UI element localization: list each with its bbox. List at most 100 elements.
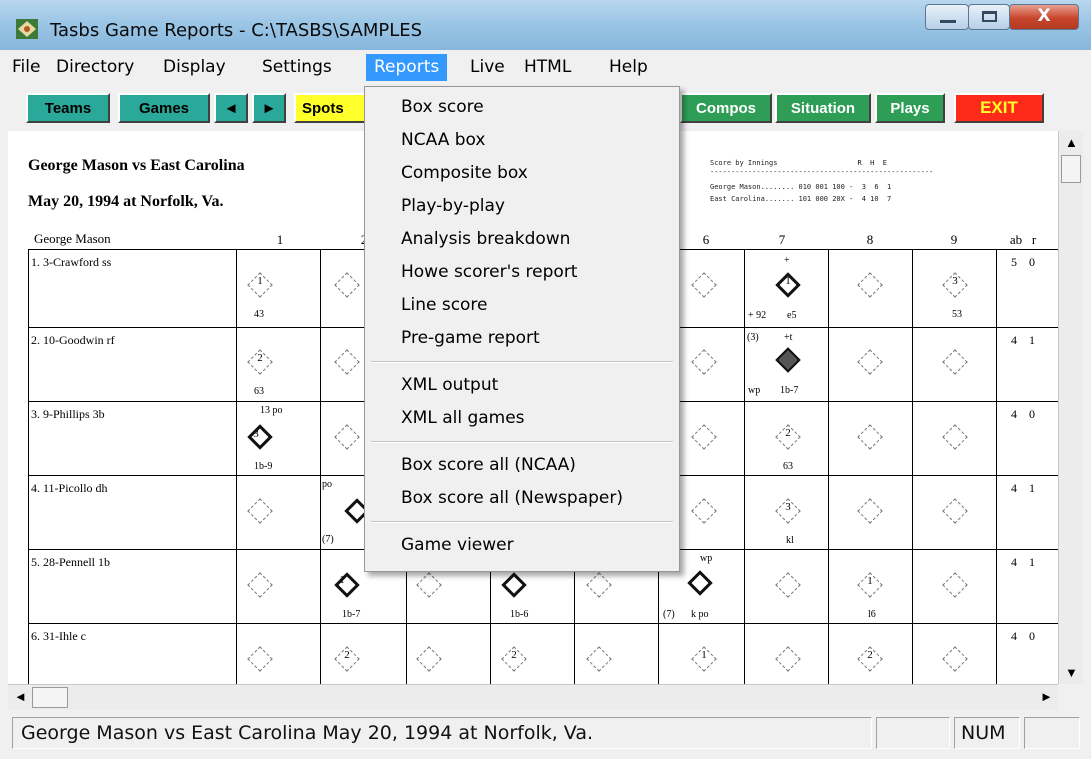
compos-button[interactable]: Compos bbox=[680, 93, 772, 123]
menu-item-howe-scorers-report[interactable]: Howe scorer's report bbox=[401, 262, 577, 282]
base-number: 1 bbox=[339, 574, 345, 586]
diamond-icon bbox=[691, 424, 717, 450]
menu-directory[interactable]: Directory bbox=[56, 57, 134, 77]
base-number: 3 bbox=[253, 428, 259, 440]
r-header: r bbox=[1031, 232, 1037, 247]
scroll-right-icon[interactable]: ► bbox=[1040, 689, 1053, 704]
diamond-icon bbox=[942, 349, 968, 375]
next-button[interactable]: ► bbox=[252, 93, 286, 123]
menu-html[interactable]: HTML bbox=[524, 57, 571, 77]
diamond-icon bbox=[857, 498, 883, 524]
menu-item-box-score[interactable]: Box score bbox=[401, 97, 484, 117]
arrow-left-icon: ◄ bbox=[223, 99, 239, 117]
status-bar: George Mason vs East Carolina May 20, 19… bbox=[8, 714, 1083, 752]
menu-file[interactable]: File bbox=[12, 57, 40, 77]
ab-value: 4 bbox=[1011, 481, 1017, 495]
diamond-icon bbox=[586, 646, 612, 672]
base-number: 2 bbox=[867, 649, 873, 661]
previous-button[interactable]: ◄ bbox=[214, 93, 248, 123]
diamond-icon bbox=[775, 572, 801, 598]
spots-button[interactable]: Spots bbox=[294, 93, 366, 123]
line-score-row: George Mason........ 010 001 100 - 3 6 1 bbox=[710, 183, 892, 191]
menu-item-composite-box[interactable]: Composite box bbox=[401, 163, 528, 183]
plays-button[interactable]: Plays bbox=[875, 93, 945, 123]
status-pane-empty bbox=[876, 717, 950, 749]
base-number: 1 bbox=[785, 275, 791, 287]
scroll-down-icon[interactable]: ▼ bbox=[1065, 665, 1078, 680]
base-number: 3 bbox=[785, 501, 791, 513]
menu-item-box-score-all-newspaper[interactable]: Box score all (Newspaper) bbox=[401, 488, 623, 508]
maximize-button[interactable] bbox=[968, 4, 1010, 30]
player-row: 6. 31-Ihle c bbox=[31, 629, 86, 643]
base-number: 3 bbox=[952, 275, 958, 287]
base-number: 1 bbox=[867, 575, 873, 587]
menu-item-pre-game-report[interactable]: Pre-game report bbox=[401, 328, 540, 348]
teams-button[interactable]: Teams bbox=[26, 93, 110, 123]
diamond-icon bbox=[247, 646, 273, 672]
menu-item-xml-all-games[interactable]: XML all games bbox=[401, 408, 525, 428]
diamond-icon bbox=[942, 646, 968, 672]
menu-item-game-viewer[interactable]: Game viewer bbox=[401, 535, 514, 555]
arrow-right-icon: ► bbox=[261, 99, 277, 117]
scroll-corner bbox=[1058, 684, 1083, 710]
scroll-up-icon[interactable]: ▲ bbox=[1065, 135, 1078, 150]
app-window: Tasbs Game Reports - C:\TASBS\SAMPLES X … bbox=[0, 0, 1091, 759]
num-lock-indicator: NUM bbox=[954, 717, 1020, 749]
game-date: May 20, 1994 at Norfolk, Va. bbox=[28, 193, 224, 210]
app-icon bbox=[16, 19, 38, 39]
menu-separator bbox=[371, 361, 673, 363]
line-score-title: Score by Innings R H E bbox=[710, 159, 888, 167]
menu-item-analysis-breakdown[interactable]: Analysis breakdown bbox=[401, 229, 570, 249]
diamond-icon bbox=[416, 646, 442, 672]
situation-button[interactable]: Situation bbox=[775, 93, 871, 123]
diamond-icon bbox=[691, 349, 717, 375]
menu-separator bbox=[371, 521, 673, 523]
base-number: 2 bbox=[257, 352, 263, 364]
diamond-icon bbox=[857, 272, 883, 298]
play-note: l6 bbox=[868, 609, 876, 620]
title-bar[interactable]: Tasbs Game Reports - C:\TASBS\SAMPLES X bbox=[0, 0, 1091, 50]
menu-settings[interactable]: Settings bbox=[262, 57, 332, 77]
play-note: wp bbox=[748, 385, 761, 396]
close-icon: X bbox=[1037, 6, 1051, 26]
horizontal-scrollbar[interactable]: ◄ ► bbox=[8, 684, 1058, 710]
exit-button[interactable]: EXIT bbox=[954, 93, 1044, 123]
base-number: 2 bbox=[511, 649, 517, 661]
r-value: 1 bbox=[1029, 481, 1035, 495]
menu-item-xml-output[interactable]: XML output bbox=[401, 375, 498, 395]
vertical-scroll-thumb[interactable] bbox=[1061, 155, 1081, 183]
menu-live[interactable]: Live bbox=[470, 57, 505, 77]
diamond-icon bbox=[334, 349, 360, 375]
ab-value: 4 bbox=[1011, 333, 1017, 347]
menu-item-ncaa-box[interactable]: NCAA box bbox=[401, 130, 485, 150]
minimize-button[interactable] bbox=[925, 4, 969, 30]
play-note: 1b-6 bbox=[510, 609, 529, 620]
menu-separator bbox=[371, 441, 673, 443]
menu-display[interactable]: Display bbox=[163, 57, 226, 77]
horizontal-scroll-thumb[interactable] bbox=[32, 687, 68, 708]
play-note: 13 po bbox=[260, 405, 283, 416]
inning-header: 8 bbox=[866, 232, 874, 247]
inning-header: 9 bbox=[950, 232, 958, 247]
matchup-title: George Mason vs East Carolina bbox=[28, 157, 245, 174]
diamond-icon bbox=[687, 570, 713, 596]
scroll-left-icon[interactable]: ◄ bbox=[14, 689, 27, 704]
diamond-icon bbox=[247, 498, 273, 524]
menu-item-box-score-all-ncaa[interactable]: Box score all (NCAA) bbox=[401, 455, 576, 475]
diamond-icon bbox=[942, 572, 968, 598]
play-note: e5 bbox=[787, 310, 797, 321]
base-number: 2 bbox=[785, 427, 791, 439]
r-value: 0 bbox=[1029, 407, 1035, 421]
r-value: 0 bbox=[1029, 255, 1035, 269]
games-button[interactable]: Games bbox=[118, 93, 210, 123]
menu-item-play-by-play[interactable]: Play-by-play bbox=[401, 196, 505, 216]
close-button[interactable]: X bbox=[1009, 4, 1079, 30]
menu-item-line-score[interactable]: Line score bbox=[401, 295, 488, 315]
menu-help[interactable]: Help bbox=[609, 57, 648, 77]
menu-bar: File Directory Display Settings Reports … bbox=[8, 52, 1083, 86]
menu-reports[interactable]: Reports bbox=[366, 54, 448, 81]
play-note: (3) bbox=[747, 332, 759, 343]
vertical-scrollbar[interactable]: ▲ ▼ bbox=[1058, 131, 1083, 684]
line-score-rule: ----------------------------------------… bbox=[710, 168, 934, 176]
play-note: 63 bbox=[783, 461, 793, 472]
